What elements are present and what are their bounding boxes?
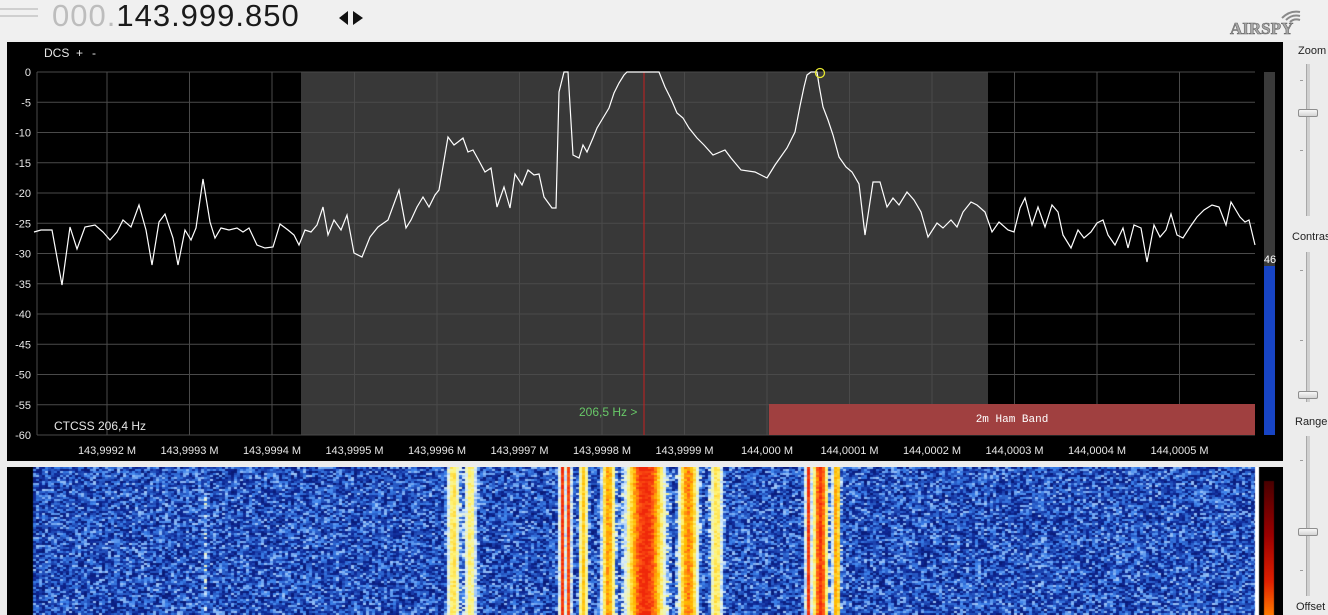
slider-tick <box>1300 270 1303 271</box>
contrast-slider-track[interactable] <box>1306 252 1310 402</box>
range-slider-thumb[interactable] <box>1298 528 1318 536</box>
x-axis-tick-label: 144,0001 M <box>820 445 878 457</box>
slider-tick <box>1300 80 1303 81</box>
x-axis-tick-label: 143,9993 M <box>160 445 218 457</box>
offset-label: Offset <box>1296 601 1326 613</box>
spectrum-plot[interactable]: 0 -5 -10 -15 -20 -25 -30 -35 -40 -45 -50 -55 -60 143,… <box>7 42 1283 461</box>
y-axis-tick-label: -35 <box>15 279 31 291</box>
x-axis-tick-label: 143,9994 M <box>243 445 301 457</box>
menu-grip[interactable] <box>0 15 38 17</box>
zoom-slider-thumb[interactable] <box>1298 109 1318 117</box>
zoom-slider-track[interactable] <box>1306 64 1310 216</box>
x-axis-tick-label: 143,9996 M <box>408 445 466 457</box>
toolbar: 000.143.999.850 AIRSPY <box>0 0 1328 40</box>
y-axis-tick-label: -15 <box>15 158 31 170</box>
y-axis-tick-label: -45 <box>15 339 31 351</box>
level-meter-fill <box>1264 266 1275 435</box>
tone-frequency-label: 206,5 Hz > <box>579 405 637 419</box>
y-axis-tick-label: -60 <box>15 430 31 442</box>
y-axis-tick-label: -50 <box>15 370 31 382</box>
frequency-main[interactable]: 143.999.850 <box>116 0 299 33</box>
airspy-logo: AIRSPY <box>1230 10 1301 38</box>
x-axis-tick-label: 144,0002 M <box>903 445 961 457</box>
zoom-label: Zoom <box>1298 45 1327 57</box>
x-axis-tick-label: 143,9995 M <box>325 445 383 457</box>
frequency-prefix[interactable]: 000. <box>52 0 116 33</box>
slider-tick <box>1300 340 1303 341</box>
logo-text: AIRSPY <box>1230 19 1293 38</box>
y-axis-tick-label: -5 <box>21 97 31 109</box>
tuning-step-arrows-icon[interactable] <box>338 9 364 27</box>
dcs-minus-button[interactable]: - <box>92 46 96 60</box>
contrast-slider-thumb[interactable] <box>1298 391 1318 399</box>
waterfall-canvas[interactable] <box>7 467 1283 615</box>
frequency-display[interactable]: 000.143.999.850 <box>52 0 300 34</box>
x-axis-tick-label: 143,9999 M <box>655 445 713 457</box>
x-axis-tick-label: 144,000 M <box>741 445 793 457</box>
y-axis-tick-label: -55 <box>15 400 31 412</box>
menu-grip[interactable] <box>0 8 38 10</box>
level-meter-value: 46 <box>1264 254 1276 266</box>
x-axis-tick-label: 144,0005 M <box>1150 445 1208 457</box>
x-axis-tick-label: 143,9992 M <box>78 445 136 457</box>
y-axis-tick-label: -30 <box>15 249 31 261</box>
slider-tick <box>1300 460 1303 461</box>
y-axis-tick-label: 0 <box>25 67 31 79</box>
contrast-label: Contras <box>1292 231 1328 243</box>
y-axis-tick-label: -25 <box>15 218 31 230</box>
x-axis-tick-label: 143,9997 M <box>490 445 548 457</box>
dcs-label: DCS <box>44 46 69 60</box>
x-axis-tick-label: 144,0003 M <box>985 445 1043 457</box>
spectrum-analyzer[interactable]: 0 -5 -10 -15 -20 -25 -30 -35 -40 -45 -50 -55 -60 143,… <box>7 42 1283 461</box>
y-axis-tick-label: -10 <box>15 128 31 140</box>
slider-tick <box>1300 150 1303 151</box>
x-axis-tick-label: 143,9998 M <box>573 445 631 457</box>
y-axis-tick-label: -40 <box>15 309 31 321</box>
dcs-plus-button[interactable]: + <box>76 46 83 60</box>
x-axis-tick-label: 144,0004 M <box>1068 445 1126 457</box>
y-axis-tick-label: -20 <box>15 188 31 200</box>
range-slider-track[interactable] <box>1306 436 1310 596</box>
band-plan-label: 2m Ham Band <box>976 414 1049 426</box>
slider-tick <box>1300 570 1303 571</box>
waterfall-display[interactable] <box>7 467 1283 615</box>
ctcss-label: CTCSS 206,4 Hz <box>54 419 146 433</box>
range-label: Range <box>1295 416 1328 428</box>
